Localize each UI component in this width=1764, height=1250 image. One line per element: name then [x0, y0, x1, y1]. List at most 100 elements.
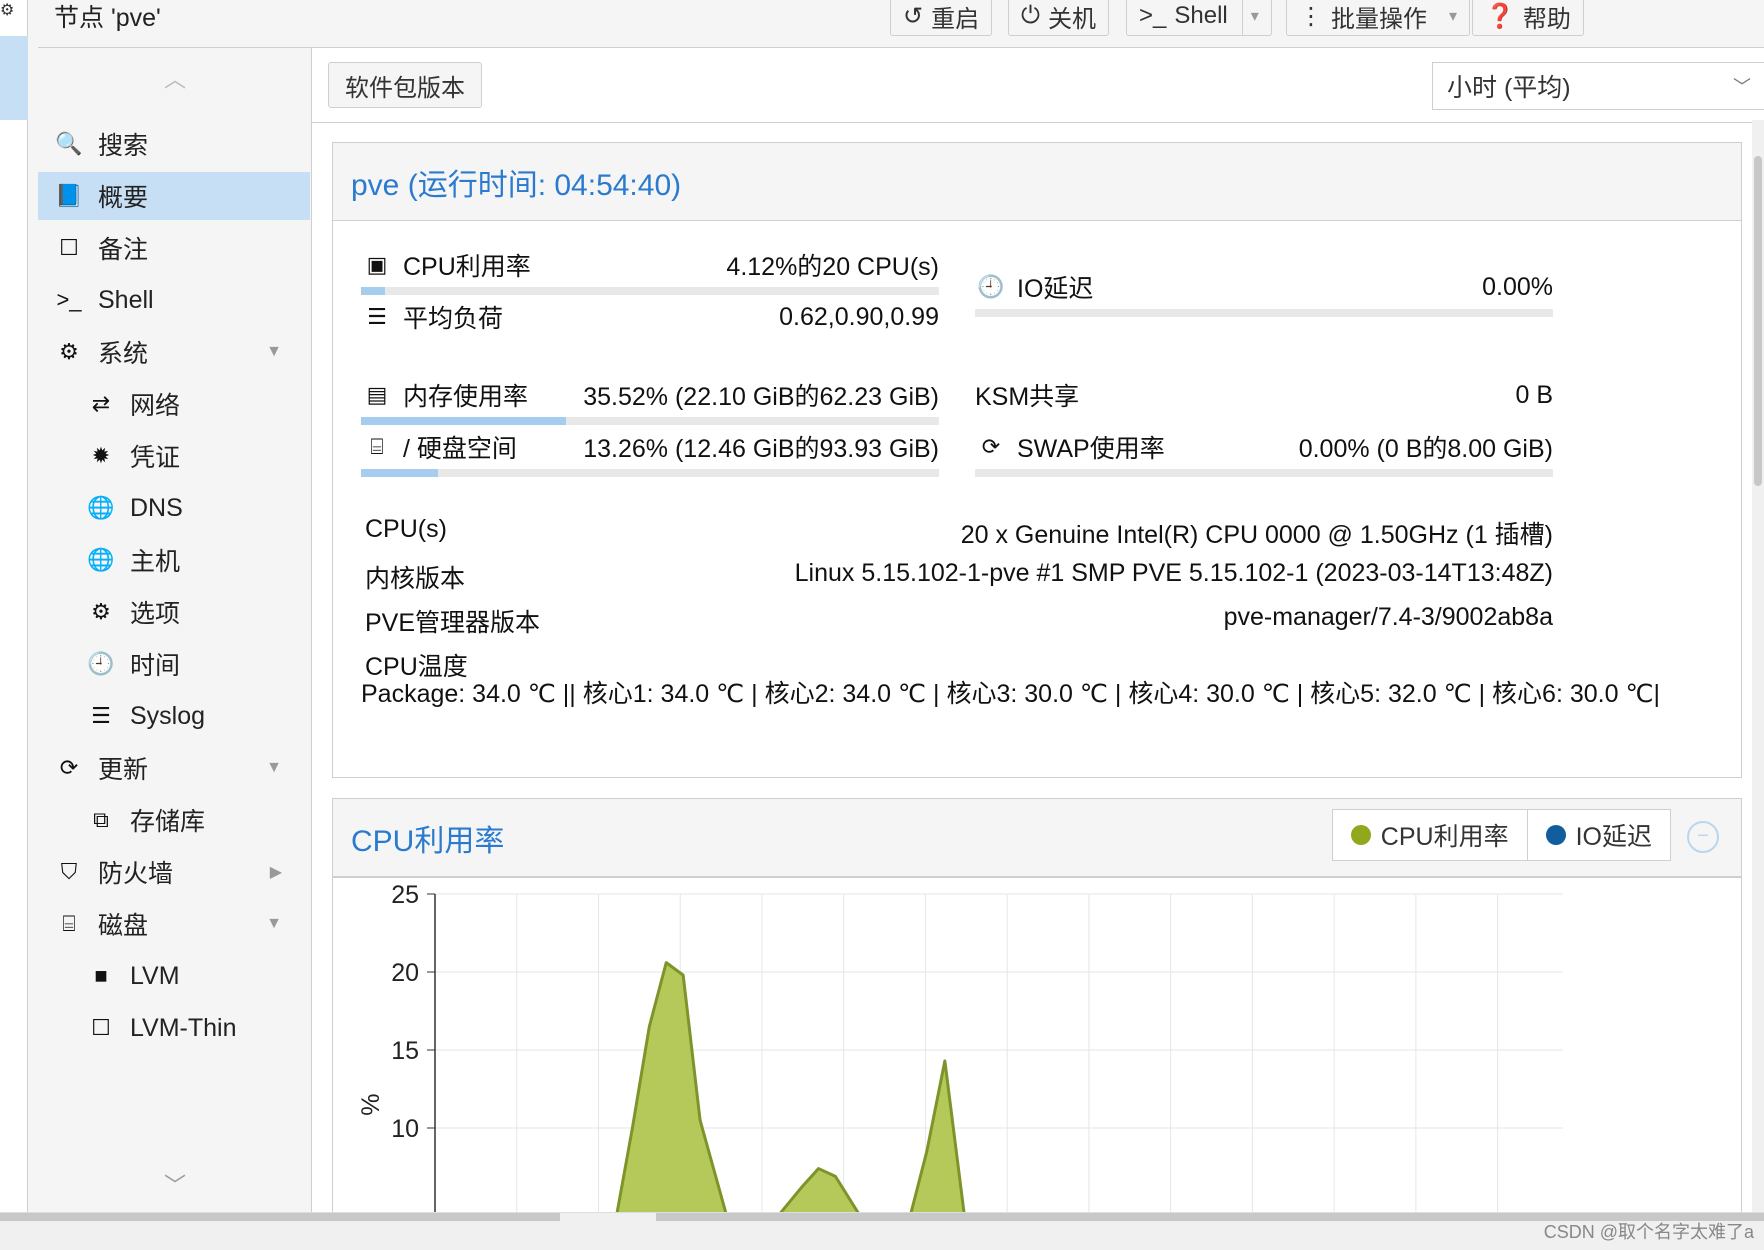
watermark: CSDN @取个名字太难了a — [1543, 1222, 1754, 1242]
y-tick-label: 25 — [391, 881, 419, 909]
node-title: 节点 'pve' — [54, 4, 161, 32]
cpu-usage-chart-panel: CPU利用率 CPU利用率 IO延迟 − 25 20 15 10% — [332, 798, 1742, 1250]
cpu-temperature-value: Package: 34.0 ℃ || 核心1: 34.0 ℃ | 核心2: 34… — [361, 680, 1661, 708]
book-icon: 📘 — [55, 183, 83, 208]
terminal-icon: >_ — [1139, 2, 1167, 29]
terminal-icon: >_ — [56, 287, 82, 312]
vertical-scrollbar-thumb[interactable] — [1754, 156, 1762, 486]
nav-item-network[interactable]: ⇄ 网络 — [38, 380, 310, 428]
ellipsis-vertical-icon: ⋮ — [1299, 2, 1323, 30]
nav-item-search[interactable]: 🔍 搜索 — [38, 120, 310, 168]
nav-item-syslog[interactable]: ☰ Syslog — [38, 692, 310, 740]
y-axis-label: % — [357, 1093, 385, 1115]
question-circle-icon: ❓ — [1485, 2, 1515, 30]
caret-down-icon[interactable]: ▼ — [266, 343, 282, 361]
y-tick-label: 10 — [391, 1115, 419, 1143]
nav-item-notes[interactable]: ☐ 备注 — [38, 224, 310, 272]
cpu-chart-area: 25 20 15 10% — [333, 877, 1741, 1250]
package-versions-button[interactable]: 软件包版本 — [328, 62, 482, 108]
divider — [312, 122, 1764, 123]
legend-item-cpu[interactable]: CPU利用率 — [1333, 810, 1527, 860]
nav-item-shell[interactable]: >_ Shell — [38, 276, 310, 324]
square-icon: ■ — [94, 963, 108, 988]
gear-icon: ⚙ — [91, 599, 111, 624]
nav-item-hosts[interactable]: 🌐 主机 — [38, 536, 310, 584]
nav-item-lvm[interactable]: ■ LVM — [38, 952, 310, 1000]
memory-usage-bar-fill — [361, 417, 567, 425]
cpu-usage-row: ▣ CPU利用率 4.12%的20 CPU(s) — [361, 245, 939, 285]
tree-selected-node[interactable] — [0, 36, 28, 120]
scroll-up-chevron-icon[interactable]: ︿ — [38, 62, 312, 94]
caret-down-icon[interactable]: ▼ — [266, 759, 282, 777]
chart-legend: CPU利用率 IO延迟 — [1331, 809, 1671, 861]
shell-button[interactable]: >_ Shell ▾ — [1126, 0, 1272, 36]
status-panel-title: pve (运行时间: 04:54:40) — [333, 143, 1741, 221]
help-button[interactable]: ❓ 帮助 — [1472, 0, 1584, 36]
nav-item-certificates[interactable]: ✹ 凭证 — [38, 432, 310, 480]
swap-usage-row: ⟳ SWAP使用率 0.00% (0 B的8.00 GiB) — [975, 427, 1553, 467]
tasks-icon: ☰ — [367, 304, 387, 329]
timeframe-select[interactable]: 小时 (平均) ﹀ — [1432, 62, 1764, 110]
refresh-icon: ⟳ — [981, 434, 1001, 459]
shield-icon: ⛉ — [60, 859, 78, 884]
power-icon: ⏻ — [1021, 2, 1040, 29]
collapse-panel-button[interactable]: − — [1687, 821, 1719, 853]
list-icon: ☰ — [91, 703, 111, 728]
memory-icon: ▤ — [366, 382, 388, 407]
cpu-usage-bar — [361, 287, 939, 295]
chevron-down-icon: ﹀ — [1733, 77, 1751, 97]
node-header: 节点 'pve' ↺ 重启 ⏻ 关机 >_ Shell ▾ ⋮ 批量操作 ▾ ❓… — [38, 0, 1764, 48]
nav-item-repositories[interactable]: ⧉ 存储库 — [38, 796, 310, 844]
memory-usage-bar — [361, 417, 939, 425]
nav-item-updates[interactable]: ⟳ 更新 ▼ — [38, 744, 310, 792]
bulk-actions-button[interactable]: ⋮ 批量操作 ▾ — [1286, 0, 1471, 36]
clock-icon: 🕘 — [977, 274, 1005, 299]
cogs-icon: ⚙ — [59, 339, 79, 364]
disk-usage-bar-fill — [361, 469, 438, 477]
nav-item-system[interactable]: ⚙ 系统 ▼ — [38, 328, 310, 376]
cpu-chart-svg: 25 20 15 10% — [357, 881, 1565, 1250]
restart-button[interactable]: ↺ 重启 — [890, 0, 993, 36]
nav-item-time[interactable]: 🕘 时间 — [38, 640, 310, 688]
globe-icon: 🌐 — [87, 547, 115, 572]
note-icon: ☐ — [59, 235, 79, 260]
nav-item-dns[interactable]: 🌐 DNS — [38, 484, 310, 532]
legend-item-io[interactable]: IO延迟 — [1526, 810, 1670, 860]
io-delay-bar — [975, 309, 1553, 317]
cpu-usage-series-area — [433, 961, 1565, 1250]
globe-icon: 🌐 — [87, 495, 115, 520]
gear-icon: ⚙ — [0, 2, 15, 19]
cpu-chip-icon: ▣ — [366, 252, 388, 277]
scroll-down-chevron-icon[interactable]: ﹀ — [38, 1168, 312, 1200]
nav-item-summary[interactable]: 📘 概要 — [38, 172, 310, 220]
refresh-icon: ⟳ — [59, 755, 79, 780]
nav-item-firewall[interactable]: ⛉ 防火墙 ▶ — [38, 848, 310, 896]
ksm-sharing-row: KSM共享 0 B — [975, 380, 1553, 412]
hdd-icon: ⌸ — [370, 434, 384, 459]
status-panel: pve (运行时间: 04:54:40) ▣ CPU利用率 4.12%的20 C… — [332, 142, 1742, 778]
cpu-model-row: CPU(s) 20 x Genuine Intel(R) CPU 0000 @ … — [365, 515, 1553, 549]
legend-swatch-cpu — [1350, 825, 1371, 845]
caret-down-icon[interactable]: ▼ — [266, 915, 282, 933]
summary-content: 软件包版本 小时 (平均) ﹀ pve (运行时间: 04:54:40) ▣ C… — [312, 48, 1764, 1250]
memory-usage-row: ▤ 内存使用率 35.52% (22.10 GiB的62.23 GiB) — [361, 375, 939, 415]
disk-usage-bar — [361, 469, 939, 477]
disk-usage-row: ⌸ / 硬盘空间 13.26% (12.46 GiB的93.93 GiB) — [361, 427, 939, 467]
undo-icon: ↺ — [903, 2, 924, 30]
chevron-down-icon: ▾ — [1449, 8, 1458, 25]
horizontal-scrollbar-thumb[interactable] — [0, 1213, 560, 1221]
chevron-down-icon[interactable]: ▾ — [1241, 0, 1259, 35]
cpu-usage-bar-fill — [361, 287, 385, 295]
horizontal-scrollbar[interactable] — [0, 1212, 1764, 1250]
files-icon: ⧉ — [93, 807, 109, 832]
nav-item-options[interactable]: ⚙ 选项 — [38, 588, 310, 636]
search-icon: 🔍 — [55, 131, 83, 156]
exchange-icon: ⇄ — [91, 391, 111, 416]
caret-right-icon[interactable]: ▶ — [270, 862, 282, 882]
shutdown-button[interactable]: ⏻ 关机 — [1008, 0, 1109, 36]
nav-item-disks[interactable]: ⌸ 磁盘 ▼ — [38, 900, 310, 948]
swap-usage-bar — [975, 469, 1553, 477]
nav-item-lvm-thin[interactable]: ☐ LVM-Thin — [38, 1004, 310, 1052]
vertical-scrollbar[interactable] — [1752, 120, 1764, 1212]
hdd-icon: ⌸ — [62, 911, 76, 936]
